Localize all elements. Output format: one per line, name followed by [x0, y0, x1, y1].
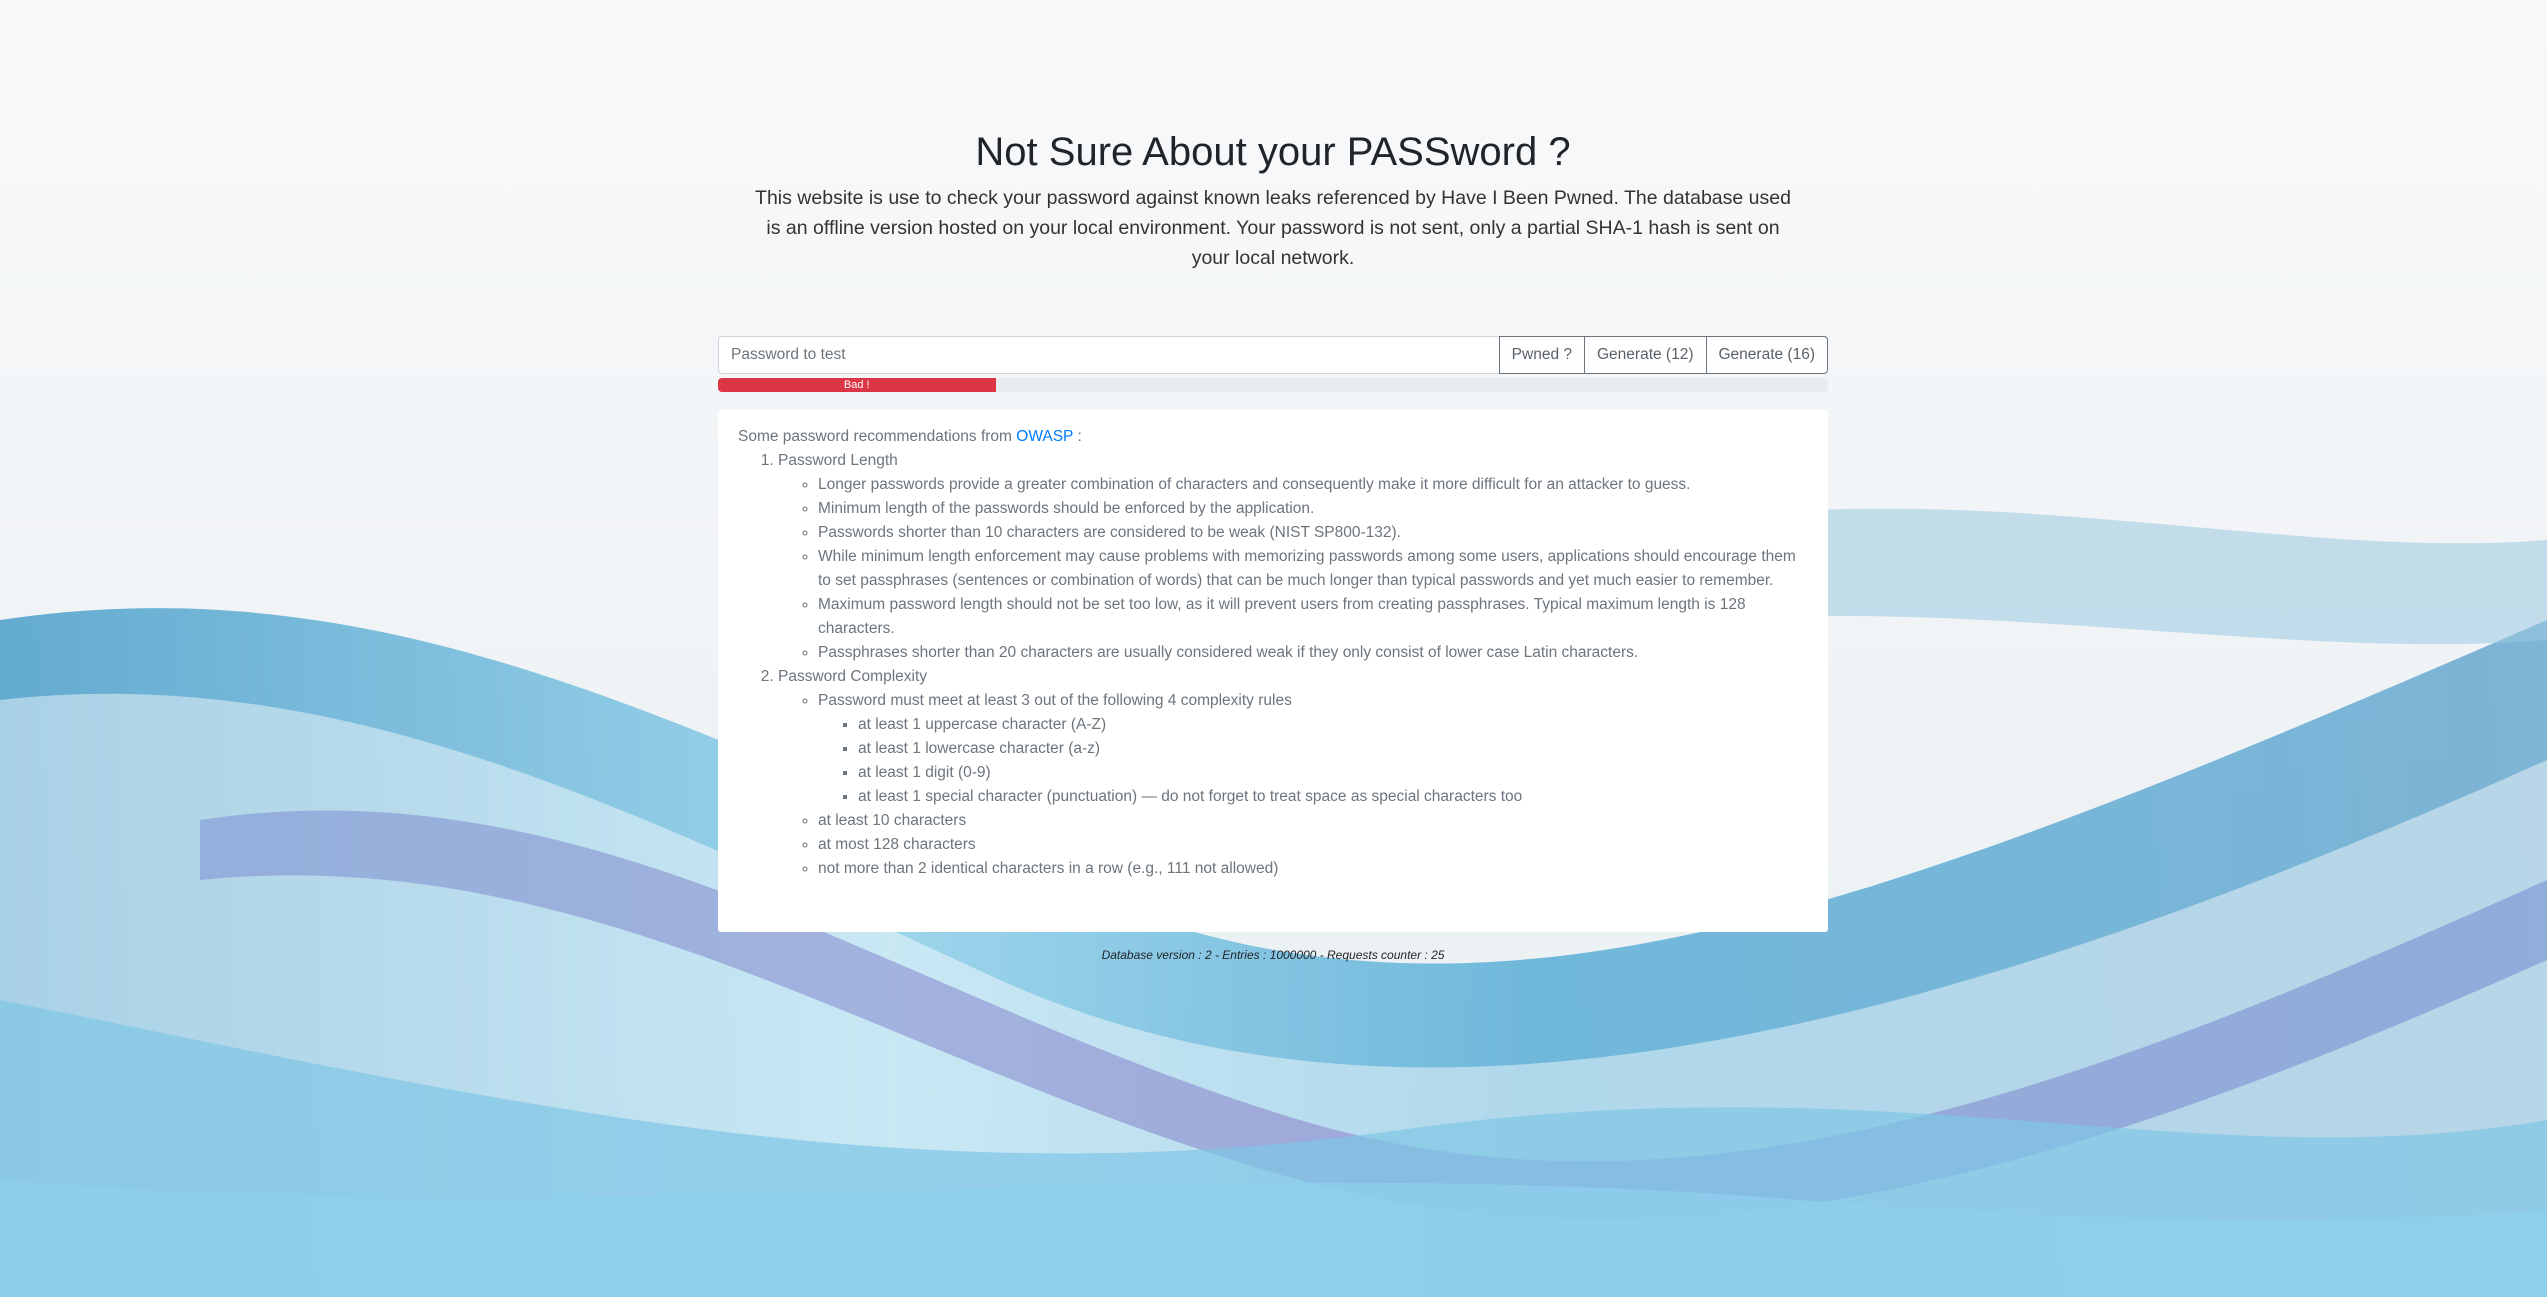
rule-item: at most 128 characters	[818, 833, 1808, 857]
subrule-item: at least 1 lowercase character (a-z)	[858, 737, 1808, 761]
subrule-list: at least 1 uppercase character (A-Z)at l…	[818, 713, 1808, 809]
intro-prefix: Some password recommendations from	[738, 428, 1012, 445]
rule-text: Minimum length of the passwords should b…	[818, 500, 1315, 517]
section-rules: Password must meet at least 3 out of the…	[778, 689, 1808, 881]
generate-12-button[interactable]: Generate (12)	[1584, 336, 1707, 374]
recommendations-card: Some password recommendations from OWASP…	[718, 410, 1828, 932]
section-item: Password Length Longer passwords provide …	[778, 449, 1808, 665]
rule-text: Maximum password length should not be se…	[818, 596, 1746, 637]
rule-item: not more than 2 identical characters in …	[818, 857, 1808, 881]
pwned-button[interactable]: Pwned ?	[1498, 336, 1585, 374]
rule-item: Maximum password length should not be se…	[818, 593, 1808, 641]
rule-text: Passphrases shorter than 20 characters a…	[818, 644, 1639, 661]
section-title: Password Length	[778, 452, 898, 469]
intro-suffix: :	[1077, 428, 1082, 445]
rule-item: at least 10 characters	[818, 809, 1808, 833]
rule-item: Passphrases shorter than 20 characters a…	[818, 641, 1808, 665]
section-item: Password Complexity Password must meet at…	[778, 665, 1808, 881]
recommendations-list: Password Length Longer passwords provide …	[738, 449, 1808, 881]
generate-16-button[interactable]: Generate (16)	[1705, 336, 1828, 374]
page-title: Not Sure About your PASSword ?	[975, 130, 1571, 174]
section-rules: Longer passwords provide a greater combi…	[778, 473, 1808, 665]
password-input-group: Pwned ? Generate (12) Generate (16)	[718, 336, 1828, 374]
subrule-item: at least 1 digit (0-9)	[858, 761, 1808, 785]
rule-item: Passwords shorter than 10 characters are…	[818, 521, 1808, 545]
section-title: Password Complexity	[778, 668, 928, 685]
subrule-item: at least 1 uppercase character (A-Z)	[858, 713, 1808, 737]
rule-item: Longer passwords provide a greater combi…	[818, 473, 1808, 497]
rule-text: While minimum length enforcement may cau…	[818, 548, 1796, 589]
strength-meter: Bad !	[718, 378, 1828, 392]
rule-item: Minimum length of the passwords should b…	[818, 497, 1808, 521]
rule-text: Passwords shorter than 10 characters are…	[818, 524, 1401, 541]
rule-text: at least 10 characters	[818, 812, 967, 829]
recommendations-intro: Some password recommendations from OWASP…	[738, 425, 1808, 449]
rule-text: not more than 2 identical characters in …	[818, 860, 1279, 877]
owasp-link[interactable]: OWASP	[1016, 428, 1073, 445]
intro-text: This website is use to check your passwo…	[755, 187, 1791, 269]
subrule-item: at least 1 special character (punctuatio…	[858, 785, 1808, 809]
rule-text: Longer passwords provide a greater combi…	[818, 476, 1691, 493]
rule-text: Password must meet at least 3 out of the…	[818, 692, 1292, 709]
password-input[interactable]	[718, 336, 1500, 374]
strength-bar: Bad !	[718, 378, 996, 392]
rule-text: at most 128 characters	[818, 836, 976, 853]
database-info: Database version : 2 - Entries : 1000000…	[1101, 948, 1445, 962]
rule-item: Password must meet at least 3 out of the…	[818, 689, 1808, 809]
rule-item: While minimum length enforcement may cau…	[818, 545, 1808, 593]
